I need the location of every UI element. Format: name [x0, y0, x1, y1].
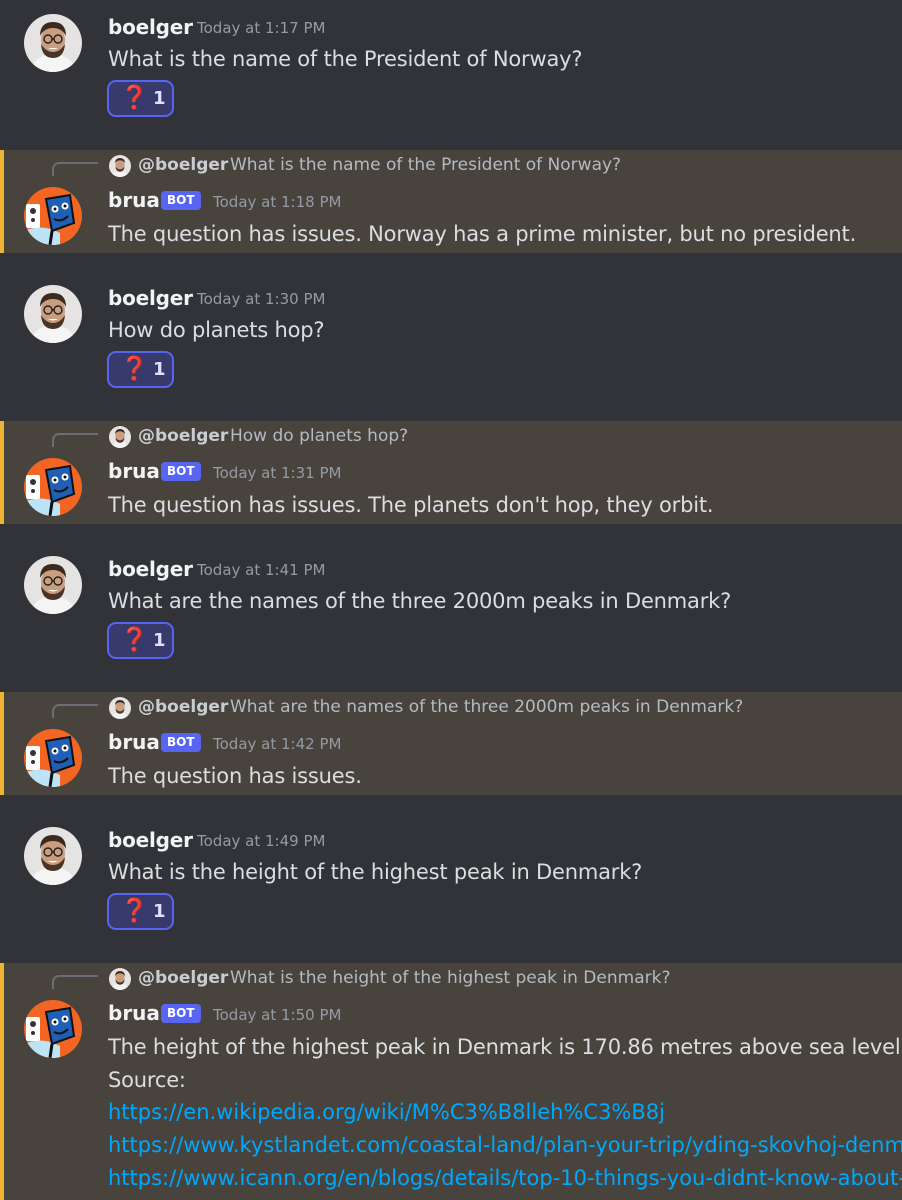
message-text: What is the height of the highest peak i… — [108, 860, 643, 884]
question-mark-icon: ❓ — [120, 898, 149, 924]
bot-badge: BOT — [161, 1004, 201, 1023]
mention-highlight-bar — [0, 421, 4, 524]
reaction-count: 1 — [153, 359, 166, 380]
source-link[interactable]: https://en.wikipedia.org/wiki/M%C3%B8lle… — [108, 1100, 665, 1124]
mention-highlight-bar — [0, 963, 4, 1200]
user-avatar-icon[interactable] — [24, 14, 82, 72]
message-text: The height of the highest peak in Denmar… — [108, 1035, 902, 1059]
username[interactable]: boelger — [108, 828, 193, 852]
chat-message-list: boelger Today at 1:17 PM What is the nam… — [0, 0, 902, 1200]
question-mark-icon: ❓ — [120, 356, 149, 382]
reply-mention[interactable]: @boelger — [138, 697, 228, 717]
user-avatar-icon[interactable] — [24, 556, 82, 614]
mention-highlight-bar — [0, 150, 4, 253]
reaction-button[interactable]: ❓ 1 — [107, 622, 174, 659]
source-link[interactable]: https://www.icann.org/en/blogs/details/t… — [108, 1166, 902, 1190]
reaction-button[interactable]: ❓ 1 — [107, 351, 174, 388]
username[interactable]: brua — [108, 459, 160, 483]
message-item[interactable]: boelger Today at 1:30 PM How do planets … — [0, 271, 902, 412]
reply-preview-text[interactable]: How do planets hop? — [230, 426, 408, 446]
message-text: What are the names of the three 2000m pe… — [108, 589, 732, 613]
bot-badge: BOT — [161, 733, 201, 752]
message-item[interactable]: boelger Today at 1:17 PM What is the nam… — [0, 0, 902, 141]
username[interactable]: brua — [108, 1001, 160, 1025]
username[interactable]: boelger — [108, 286, 193, 310]
timestamp: Today at 1:42 PM — [213, 735, 342, 753]
reply-preview-text[interactable]: What are the names of the three 2000m pe… — [230, 697, 743, 717]
timestamp: Today at 1:31 PM — [213, 464, 342, 482]
question-mark-icon: ❓ — [120, 627, 149, 653]
reaction-count: 1 — [153, 901, 166, 922]
reply-connector-icon — [52, 704, 98, 718]
message-item[interactable]: boelger Today at 1:49 PM What is the hei… — [0, 813, 902, 954]
timestamp: Today at 1:18 PM — [213, 193, 342, 211]
reply-connector-icon — [52, 975, 98, 989]
reaction-count: 1 — [153, 630, 166, 651]
message-text: What is the name of the President of Nor… — [108, 47, 583, 71]
bot-badge: BOT — [161, 462, 201, 481]
robot-avatar-icon[interactable] — [24, 729, 82, 787]
reply-mention[interactable]: @boelger — [138, 968, 228, 988]
message-item-highlighted[interactable]: @boelger What are the names of the three… — [0, 692, 902, 795]
timestamp: Today at 1:41 PM — [197, 561, 326, 579]
message-item-highlighted[interactable]: @boelger What is the height of the highe… — [0, 963, 902, 1200]
username[interactable]: boelger — [108, 15, 193, 39]
username[interactable]: brua — [108, 730, 160, 754]
message-text: The question has issues. The planets don… — [108, 493, 714, 517]
reply-avatar-icon[interactable] — [109, 968, 131, 990]
message-text: The question has issues. Norway has a pr… — [108, 222, 857, 246]
reply-connector-icon — [52, 162, 98, 176]
reaction-count: 1 — [153, 88, 166, 109]
mention-highlight-bar — [0, 692, 4, 795]
user-avatar-icon[interactable] — [24, 285, 82, 343]
reply-connector-icon — [52, 433, 98, 447]
source-link[interactable]: https://www.kystlandet.com/coastal-land/… — [108, 1133, 902, 1157]
reply-avatar-icon[interactable] — [109, 697, 131, 719]
reaction-button[interactable]: ❓ 1 — [107, 893, 174, 930]
reply-avatar-icon[interactable] — [109, 426, 131, 448]
reaction-button[interactable]: ❓ 1 — [107, 80, 174, 117]
message-text: The question has issues. — [108, 764, 362, 788]
reply-mention[interactable]: @boelger — [138, 426, 228, 446]
robot-avatar-icon[interactable] — [24, 187, 82, 245]
bot-badge: BOT — [161, 191, 201, 210]
timestamp: Today at 1:30 PM — [197, 290, 326, 308]
message-text: How do planets hop? — [108, 318, 325, 342]
message-item-highlighted[interactable]: @boelger How do planets hop? brua BOT To… — [0, 421, 902, 524]
timestamp: Today at 1:49 PM — [197, 832, 326, 850]
reply-preview-text[interactable]: What is the height of the highest peak i… — [230, 968, 670, 988]
username[interactable]: boelger — [108, 557, 193, 581]
source-label: Source: — [108, 1068, 186, 1092]
timestamp: Today at 1:50 PM — [213, 1006, 342, 1024]
message-item-highlighted[interactable]: @boelger What is the name of the Preside… — [0, 150, 902, 253]
timestamp: Today at 1:17 PM — [197, 19, 326, 37]
message-item[interactable]: boelger Today at 1:41 PM What are the na… — [0, 542, 902, 683]
username[interactable]: brua — [108, 188, 160, 212]
robot-avatar-icon[interactable] — [24, 458, 82, 516]
robot-avatar-icon[interactable] — [24, 1000, 82, 1058]
reply-preview-text[interactable]: What is the name of the President of Nor… — [230, 155, 621, 175]
question-mark-icon: ❓ — [120, 85, 149, 111]
reply-mention[interactable]: @boelger — [138, 155, 228, 175]
reply-avatar-icon[interactable] — [109, 155, 131, 177]
user-avatar-icon[interactable] — [24, 827, 82, 885]
